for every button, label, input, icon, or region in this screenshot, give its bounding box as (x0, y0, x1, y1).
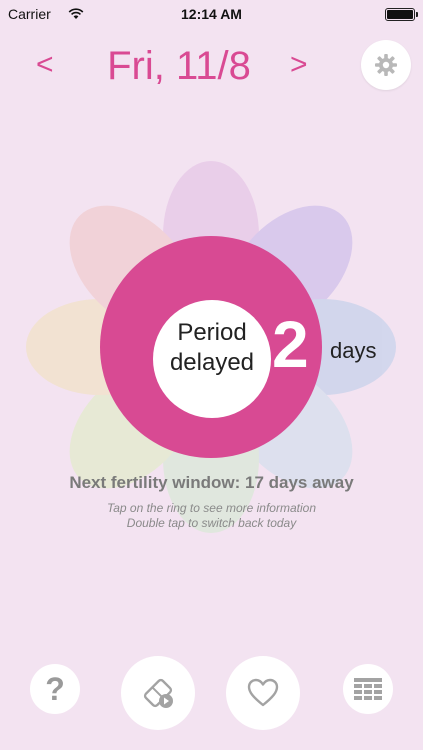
log-entry-button[interactable] (121, 656, 195, 730)
calendar-grid-icon (354, 678, 382, 700)
period-status: Period delayed (153, 318, 271, 378)
help-button[interactable]: ? (30, 664, 80, 714)
intimacy-button[interactable] (226, 656, 300, 730)
heart-icon (247, 678, 279, 707)
period-status-line1: Period (177, 319, 247, 346)
delay-days-count: 2 (272, 307, 309, 381)
calendar-button[interactable] (343, 664, 393, 714)
delay-days-unit: days (330, 338, 377, 363)
hint-tap-ring: Tap on the ring to see more information (106, 501, 316, 515)
period-status-line2: delayed (169, 349, 255, 376)
hint-double-tap: Double tap to switch back today (126, 516, 297, 530)
next-fertility-text: Next fertility window: 17 days away (69, 473, 354, 492)
question-mark-icon: ? (45, 671, 65, 707)
edit-pencil-icon (143, 678, 173, 708)
